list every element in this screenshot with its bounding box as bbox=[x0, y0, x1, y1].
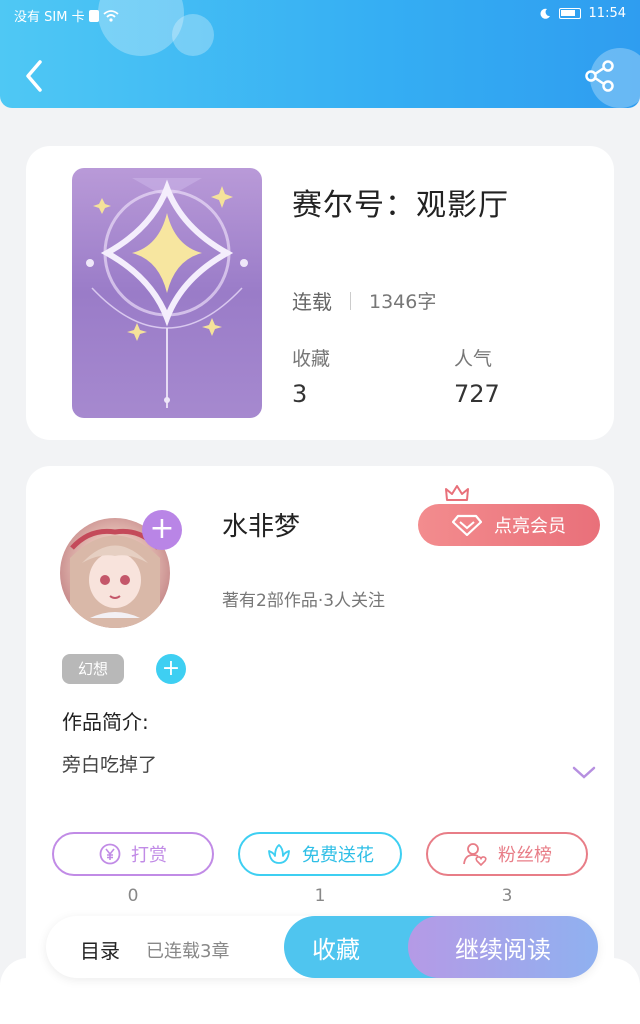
activate-membership-button[interactable]: 点亮会员 bbox=[418, 504, 600, 546]
divider bbox=[350, 291, 351, 310]
add-tag-button[interactable]: + bbox=[156, 654, 186, 684]
yen-icon bbox=[99, 843, 121, 865]
bottom-action-bar: 目录 已连载3章 收藏 继续阅读 bbox=[46, 916, 598, 978]
diamond-icon bbox=[452, 514, 482, 536]
reward-label: 打赏 bbox=[131, 845, 167, 866]
intro-title: 作品简介: bbox=[62, 710, 149, 734]
sim-icon bbox=[88, 9, 99, 22]
book-info-card: 赛尔号：观影厅 连载 1346字 收藏 3 人气 727 bbox=[26, 146, 614, 440]
share-icon[interactable] bbox=[584, 60, 616, 92]
carrier-text: 没有 SIM 卡 bbox=[14, 10, 85, 25]
serial-info: 连载 1346字 bbox=[292, 286, 436, 315]
popularity-value: 727 bbox=[454, 380, 500, 408]
intro-text: 旁白吃掉了 bbox=[62, 754, 158, 776]
user-heart-icon bbox=[463, 843, 487, 866]
send-flower-label: 免费送花 bbox=[302, 845, 374, 866]
status-bar: 没有 SIM 卡 11:54 bbox=[0, 0, 640, 28]
fan-ranking-button[interactable]: 粉丝榜 bbox=[426, 832, 588, 876]
word-count: 1346字 bbox=[369, 291, 437, 313]
continue-reading-button[interactable]: 继续阅读 bbox=[408, 916, 598, 978]
book-cover[interactable] bbox=[72, 168, 262, 418]
moon-icon bbox=[540, 8, 550, 19]
fan-count: 3 bbox=[501, 886, 513, 906]
send-flower-button[interactable]: 免费送花 bbox=[238, 832, 402, 876]
back-icon[interactable] bbox=[20, 58, 50, 94]
top-header: 没有 SIM 卡 11:54 bbox=[0, 0, 640, 108]
clock-text: 11:54 bbox=[588, 6, 626, 21]
serial-status: 连载 bbox=[292, 290, 332, 314]
wifi-icon bbox=[102, 9, 119, 22]
author-name[interactable]: 水非梦 bbox=[222, 506, 300, 543]
favorites-value: 3 bbox=[292, 380, 308, 408]
fan-ranking-label: 粉丝榜 bbox=[498, 845, 552, 866]
battery-icon bbox=[558, 8, 581, 19]
book-title: 赛尔号：观影厅 bbox=[292, 188, 509, 223]
flower-count: 1 bbox=[314, 886, 326, 906]
collect-label: 收藏 bbox=[312, 935, 360, 964]
continue-reading-label: 继续阅读 bbox=[455, 935, 551, 964]
reward-count: 0 bbox=[127, 886, 139, 906]
chevron-down-icon[interactable] bbox=[572, 766, 596, 780]
chapters-count: 已连载3章 bbox=[146, 941, 230, 962]
cover-art-icon bbox=[86, 178, 248, 408]
follow-author-button[interactable]: + bbox=[142, 510, 182, 550]
author-meta: 著有2部作品·3人关注 bbox=[222, 591, 386, 611]
flower-icon bbox=[268, 844, 290, 864]
popularity-label: 人气 bbox=[454, 348, 493, 370]
reward-button[interactable]: 打赏 bbox=[52, 832, 214, 876]
crown-icon bbox=[445, 485, 469, 501]
author-card: + 水非梦 点亮会员 著有2部作品·3人关注 幻想 + 作品简介: 旁白吃掉了 … bbox=[26, 466, 614, 986]
catalog-button[interactable]: 目录 bbox=[80, 935, 120, 964]
favorites-label: 收藏 bbox=[292, 348, 331, 370]
membership-label: 点亮会员 bbox=[494, 516, 566, 537]
genre-tag[interactable]: 幻想 bbox=[62, 654, 124, 684]
